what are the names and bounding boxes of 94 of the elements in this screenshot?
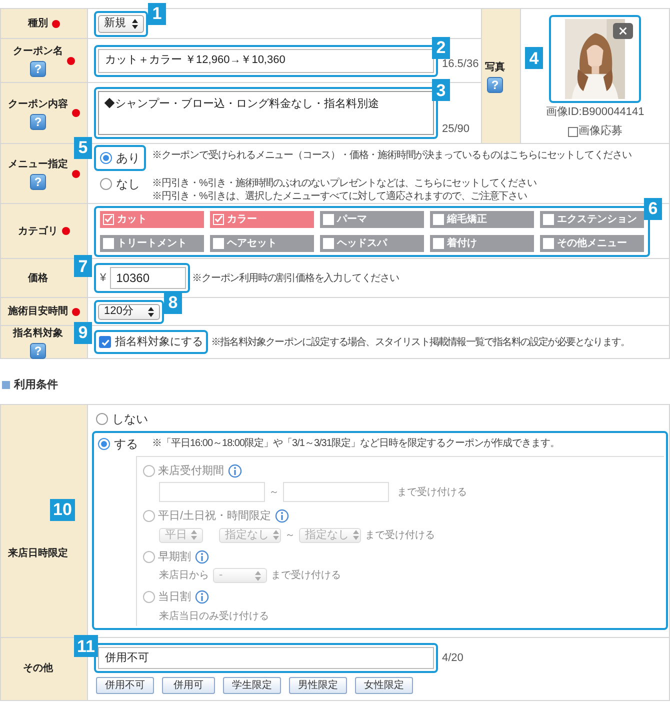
category-chip[interactable]: 縮毛矯正 [430, 210, 534, 228]
preset-button[interactable]: 併用不可 [96, 677, 154, 694]
hint-text: 来店当日のみ受け付ける [159, 610, 269, 624]
radio-button[interactable] [96, 412, 108, 424]
field-label: 価格 [28, 272, 48, 286]
note-text: ※クーポン利用時の割引価格を入力してください [192, 272, 399, 286]
text-area[interactable]: ◆シャンプー・ブロー込・ロング料金なし・指名料別途 [98, 91, 434, 135]
help-icon[interactable]: ? [30, 61, 46, 77]
radio-option[interactable]: する [98, 434, 138, 452]
step-number: 5 [74, 136, 92, 158]
step-number: 4 [525, 47, 543, 69]
checkbox[interactable] [99, 336, 111, 348]
radio-button[interactable] [98, 438, 110, 450]
category-chip[interactable]: その他メニュー [540, 234, 644, 252]
radio-option[interactable]: なし [100, 174, 140, 192]
preset-button[interactable]: 男性限定 [289, 677, 347, 694]
currency-sign: ¥ [100, 270, 106, 286]
category-chip[interactable]: 着付け [430, 234, 534, 252]
field-label: クーポン名 [13, 44, 63, 59]
text-field[interactable]: カット＋カラー ￥12,960→￥10,360 [98, 48, 434, 72]
category-chip[interactable]: カット [100, 210, 204, 228]
dropdown[interactable]: 新規 [98, 14, 144, 32]
step-number: 11 [74, 635, 98, 657]
section-heading: 利用条件 [14, 378, 58, 393]
info-icon [228, 464, 242, 478]
info-icon [195, 590, 209, 604]
step-number: 8 [164, 292, 182, 314]
step-number: 2 [432, 36, 450, 58]
checkbox-label: 画像応募 [578, 125, 622, 138]
updown-arrows-icon [255, 570, 261, 580]
step-number: 9 [74, 322, 92, 344]
field-label: クーポン内容 [8, 97, 68, 112]
help-icon[interactable]: ? [30, 342, 46, 358]
field-label: 指名料対象 [13, 326, 63, 340]
character-count: 25/90 [442, 122, 470, 136]
field-label: カテゴリ [18, 224, 58, 238]
close-icon [619, 27, 627, 35]
help-icon[interactable]: ? [487, 76, 503, 92]
checkbox[interactable] [568, 126, 578, 136]
note-text: ※「平日16:00～18:00限定」や「3/1～3/31限定」など日時を限定するクーポンが作成できます。 [152, 436, 560, 451]
step-number: 3 [432, 79, 450, 101]
dropdown[interactable]: 120分 [98, 304, 160, 320]
radio-button[interactable] [100, 152, 112, 164]
price-field[interactable]: 10360 [110, 267, 186, 289]
note-text: ※クーポンで受けられるメニュー（コース）・価格・施術時間が決まっているものはこちらにセットしてください [152, 148, 632, 162]
field-suffix: まで受け付ける [365, 528, 435, 542]
step-number: 1 [148, 2, 166, 24]
field-label: 種別 [28, 16, 48, 31]
field-label: 施術目安時間 [8, 304, 68, 319]
field-label: 来店日時限定 [8, 546, 68, 560]
updown-arrows-icon [191, 530, 197, 540]
category-chip[interactable]: トリートメント [100, 234, 204, 252]
step-number: 6 [644, 198, 662, 220]
note-text: ※円引き・%引きは、選択したメニューすべてに対して適応されますので、ご注意下さい [152, 190, 528, 202]
step-number: 10 [50, 498, 75, 520]
field-label: 写真 [485, 60, 505, 74]
updown-arrows-icon [148, 306, 154, 316]
close-button[interactable] [613, 23, 633, 39]
range-separator: ～ [269, 486, 279, 500]
info-icon [275, 509, 290, 524]
preset-button[interactable]: 学生限定 [223, 677, 281, 694]
text-field[interactable]: 併用不可 [98, 647, 434, 669]
checkbox-option[interactable]: 指名料対象にする [98, 334, 204, 350]
note-text: ※円引き・%引き・施術時間のぶれのないプレゼントなどは、こちらにセットしてください [152, 176, 536, 190]
field-suffix: まで受け付ける [271, 568, 341, 583]
help-icon[interactable]: ? [30, 114, 46, 130]
updown-arrows-icon [273, 530, 279, 540]
radio-option[interactable]: あり [100, 148, 140, 166]
radio-button[interactable] [100, 178, 112, 190]
note-text: ※指名料対象クーポンに設定する場合、スタイリスト掲載情報一覧で指名料の設定が必要となります。 [211, 336, 630, 350]
character-count: 16.5/36 [442, 57, 479, 72]
updown-arrows-icon [353, 530, 359, 540]
field-label: メニュー指定 [8, 157, 68, 172]
info-icon [195, 550, 209, 564]
preset-button[interactable]: 女性限定 [355, 677, 413, 694]
category-chip[interactable]: カラー [210, 210, 314, 228]
radio-option[interactable]: しない [96, 410, 148, 428]
field-suffix: まで受け付ける [397, 486, 467, 500]
square-marker [2, 381, 10, 390]
field-label: その他 [23, 662, 53, 676]
date-field[interactable] [283, 482, 389, 502]
category-chip[interactable]: ヘッドスパ [320, 234, 424, 252]
help-icon[interactable]: ? [30, 174, 46, 190]
image-id: 画像ID:B900044141 [546, 106, 644, 119]
category-chip[interactable]: パーマ [320, 210, 424, 228]
updown-arrows-icon [132, 18, 138, 28]
preset-button[interactable]: 併用可 [162, 677, 215, 694]
range-separator: ～ [285, 528, 295, 542]
field-prefix: 来店日から [159, 568, 209, 583]
date-field[interactable] [159, 482, 265, 502]
character-count: 4/20 [442, 650, 464, 666]
category-chip[interactable]: ヘアセット [210, 234, 314, 252]
step-number: 7 [74, 255, 92, 277]
category-chip[interactable]: エクステンション [540, 210, 644, 228]
